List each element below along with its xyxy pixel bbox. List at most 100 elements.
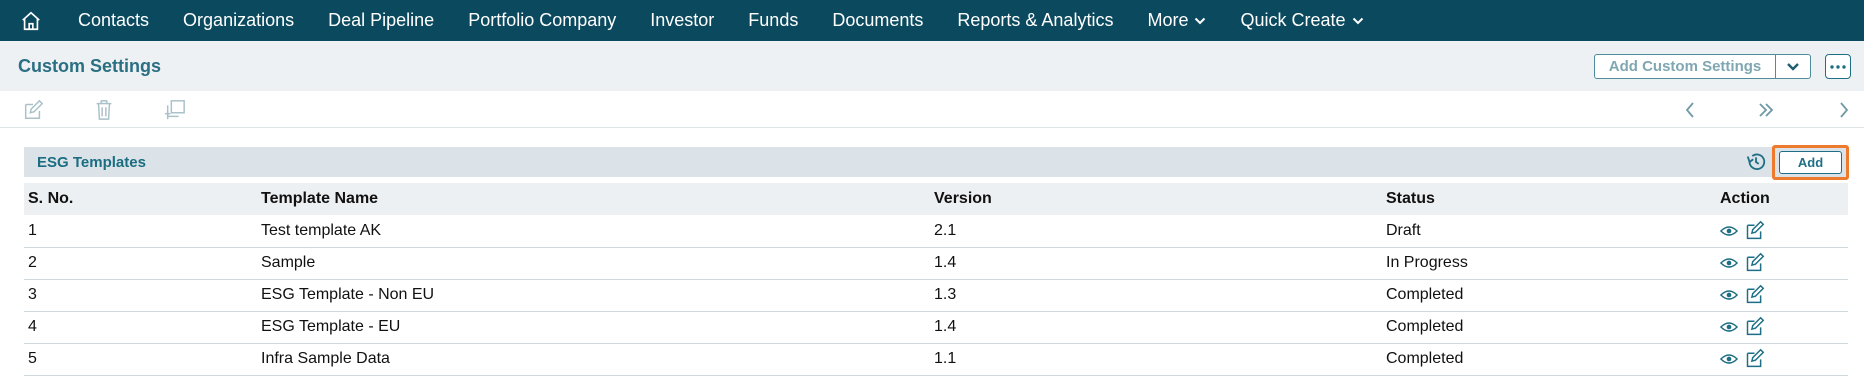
edit-row-button[interactable] bbox=[1744, 220, 1765, 241]
cell-action bbox=[1702, 215, 1848, 248]
chevron-right-icon bbox=[1840, 102, 1849, 118]
nav-item-organizations[interactable]: Organizations bbox=[166, 0, 311, 41]
double-chevron-right-icon bbox=[1759, 103, 1774, 117]
cell-version: 1.3 bbox=[930, 279, 1382, 312]
nav-item-investor[interactable]: Investor bbox=[633, 0, 731, 41]
edit-row-button[interactable] bbox=[1744, 284, 1765, 305]
cell-template-name: ESG Template - Non EU bbox=[257, 279, 930, 312]
cell-status: Draft bbox=[1382, 215, 1702, 248]
cell-template-name: Sample bbox=[257, 247, 930, 280]
edit-row-button[interactable] bbox=[1744, 348, 1765, 369]
eye-icon bbox=[1720, 321, 1738, 332]
cell-action bbox=[1702, 343, 1848, 376]
delete-button[interactable] bbox=[92, 98, 116, 122]
add-button-highlight: Add bbox=[1772, 145, 1849, 180]
edit-icon bbox=[1746, 220, 1765, 240]
nav-item-label: Funds bbox=[748, 10, 799, 30]
home-icon bbox=[22, 11, 40, 30]
cell-template-name: ESG Template - EU bbox=[257, 311, 930, 344]
first-page-button[interactable] bbox=[1678, 98, 1702, 122]
edit-icon bbox=[1746, 252, 1765, 272]
nav-item-quick-create[interactable]: Quick Create bbox=[1223, 0, 1380, 41]
view-button[interactable] bbox=[1720, 353, 1738, 365]
cell-version: 1.1 bbox=[930, 343, 1382, 376]
chevron-down-icon bbox=[1194, 17, 1206, 25]
history-button[interactable] bbox=[1744, 151, 1766, 173]
cell-status: Completed bbox=[1382, 279, 1702, 312]
chevron-down-icon bbox=[1352, 17, 1364, 25]
cell-version: 1.4 bbox=[930, 311, 1382, 344]
table-row: 3 ESG Template - Non EU 1.3 Completed bbox=[24, 279, 1848, 312]
add-custom-settings-dropdown[interactable] bbox=[1776, 55, 1810, 78]
cell-template-name: Infra Sample Data bbox=[257, 343, 930, 376]
nav-item-label: Portfolio Company bbox=[468, 10, 617, 30]
nav-item-documents[interactable]: Documents bbox=[815, 0, 940, 41]
eye-icon bbox=[1720, 257, 1738, 268]
more-options-button[interactable] bbox=[1825, 54, 1851, 79]
view-button[interactable] bbox=[1720, 321, 1738, 333]
nav-item-reports-analytics[interactable]: Reports & Analytics bbox=[940, 0, 1130, 41]
view-button[interactable] bbox=[1720, 225, 1738, 237]
trash-icon bbox=[96, 100, 112, 120]
cell-sno: 1 bbox=[24, 215, 257, 248]
edit-row-button[interactable] bbox=[1744, 252, 1765, 273]
eye-icon bbox=[1720, 225, 1738, 236]
column-header-action: Action bbox=[1720, 190, 1770, 207]
column-header-version: Version bbox=[934, 190, 992, 207]
nav-item-more[interactable]: More bbox=[1130, 0, 1223, 41]
edit-icon bbox=[1746, 316, 1765, 336]
table-row: 5 Infra Sample Data 1.1 Completed bbox=[24, 343, 1848, 376]
cell-sno: 5 bbox=[24, 343, 257, 376]
nav-item-contacts[interactable]: Contacts bbox=[62, 0, 166, 41]
edit-icon bbox=[24, 99, 44, 119]
next-page-button[interactable] bbox=[1832, 98, 1856, 122]
column-header-sno: S. No. bbox=[28, 190, 74, 207]
clone-icon bbox=[164, 100, 185, 120]
cell-status: Completed bbox=[1382, 343, 1702, 376]
ellipsis-icon bbox=[1830, 64, 1846, 69]
cell-status: In Progress bbox=[1382, 247, 1702, 280]
panel-title: ESG Templates bbox=[37, 154, 146, 171]
edit-icon bbox=[1746, 348, 1765, 368]
page-title: Custom Settings bbox=[18, 56, 162, 76]
nav-item-label: More bbox=[1147, 10, 1189, 30]
add-custom-settings-split-button: Add Custom Settings bbox=[1594, 54, 1811, 79]
nav-item-label: Deal Pipeline bbox=[328, 10, 435, 30]
page-header: Custom Settings Add Custom Settings bbox=[0, 41, 1864, 91]
edit-icon bbox=[1746, 284, 1765, 304]
view-button[interactable] bbox=[1720, 289, 1738, 301]
cell-version: 2.1 bbox=[930, 215, 1382, 248]
cell-sno: 3 bbox=[24, 279, 257, 312]
nav-item-deal-pipeline[interactable]: Deal Pipeline bbox=[311, 0, 451, 41]
eye-icon bbox=[1720, 353, 1738, 364]
last-page-button[interactable] bbox=[1754, 98, 1778, 122]
cell-sno: 4 bbox=[24, 311, 257, 344]
cell-status: Completed bbox=[1382, 311, 1702, 344]
add-custom-settings-button[interactable]: Add Custom Settings bbox=[1595, 55, 1776, 78]
cell-action bbox=[1702, 311, 1848, 344]
nav-item-funds[interactable]: Funds bbox=[731, 0, 815, 41]
cell-action bbox=[1702, 279, 1848, 312]
clone-button[interactable] bbox=[163, 98, 187, 122]
nav-item-label: Reports & Analytics bbox=[957, 10, 1114, 30]
table-row: 2 Sample 1.4 In Progress bbox=[24, 247, 1848, 280]
nav-item-label: Quick Create bbox=[1240, 10, 1346, 30]
column-header-template-name: Template Name bbox=[261, 190, 379, 207]
cell-version: 1.4 bbox=[930, 247, 1382, 280]
chevron-down-icon bbox=[1787, 62, 1799, 71]
table-header-row: S. No. Template Name Version Status Acti… bbox=[24, 183, 1848, 215]
add-template-button[interactable]: Add bbox=[1779, 151, 1842, 174]
eye-icon bbox=[1720, 289, 1738, 300]
edit-row-button[interactable] bbox=[1744, 316, 1765, 337]
edit-button[interactable] bbox=[21, 98, 45, 122]
nav-item-portfolio-company[interactable]: Portfolio Company bbox=[451, 0, 633, 41]
home-button[interactable] bbox=[0, 0, 62, 41]
table-row: 1 Test template AK 2.1 Draft bbox=[24, 215, 1848, 248]
view-button[interactable] bbox=[1720, 257, 1738, 269]
toolbar bbox=[0, 91, 1864, 128]
nav-item-label: Documents bbox=[832, 10, 924, 30]
top-navigation: Contacts Organizations Deal Pipeline Portfo… bbox=[0, 0, 1864, 41]
nav-item-label: Contacts bbox=[78, 10, 150, 30]
nav-item-label: Investor bbox=[650, 10, 715, 30]
column-header-status: Status bbox=[1386, 190, 1435, 207]
